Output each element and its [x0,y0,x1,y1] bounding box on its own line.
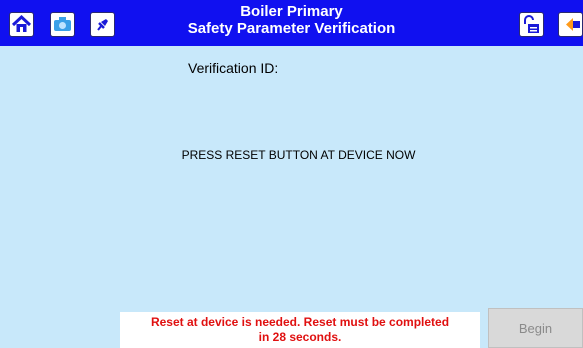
status-message-line-2: in 28 seconds. [258,330,342,344]
status-message-line-1: Reset at device is needed. Reset must be… [150,315,450,329]
begin-button[interactable]: Begin [488,308,583,348]
pin-button[interactable] [90,12,115,37]
title-line-2: Safety Parameter Verification [187,20,396,37]
home-icon [11,14,32,32]
home-button[interactable] [9,12,34,37]
header-bar: Boiler Primary Safety Parameter Verifica… [0,0,583,46]
camera-button[interactable] [50,12,75,37]
page-title: Boiler Primary Safety Parameter Verifica… [150,3,433,37]
pin-icon [97,19,108,31]
title-line-1: Boiler Primary [240,3,343,20]
reset-prompt: PRESS RESET BUTTON AT DEVICE NOW [181,148,416,162]
back-button[interactable] [558,12,583,37]
back-icon [566,18,580,31]
camera-icon [54,17,71,31]
unlock-icon [524,15,539,33]
verification-id-label: Verification ID: [188,60,279,76]
unlock-button[interactable] [519,12,544,37]
status-message: Reset at device is needed. Reset must be… [120,312,480,348]
